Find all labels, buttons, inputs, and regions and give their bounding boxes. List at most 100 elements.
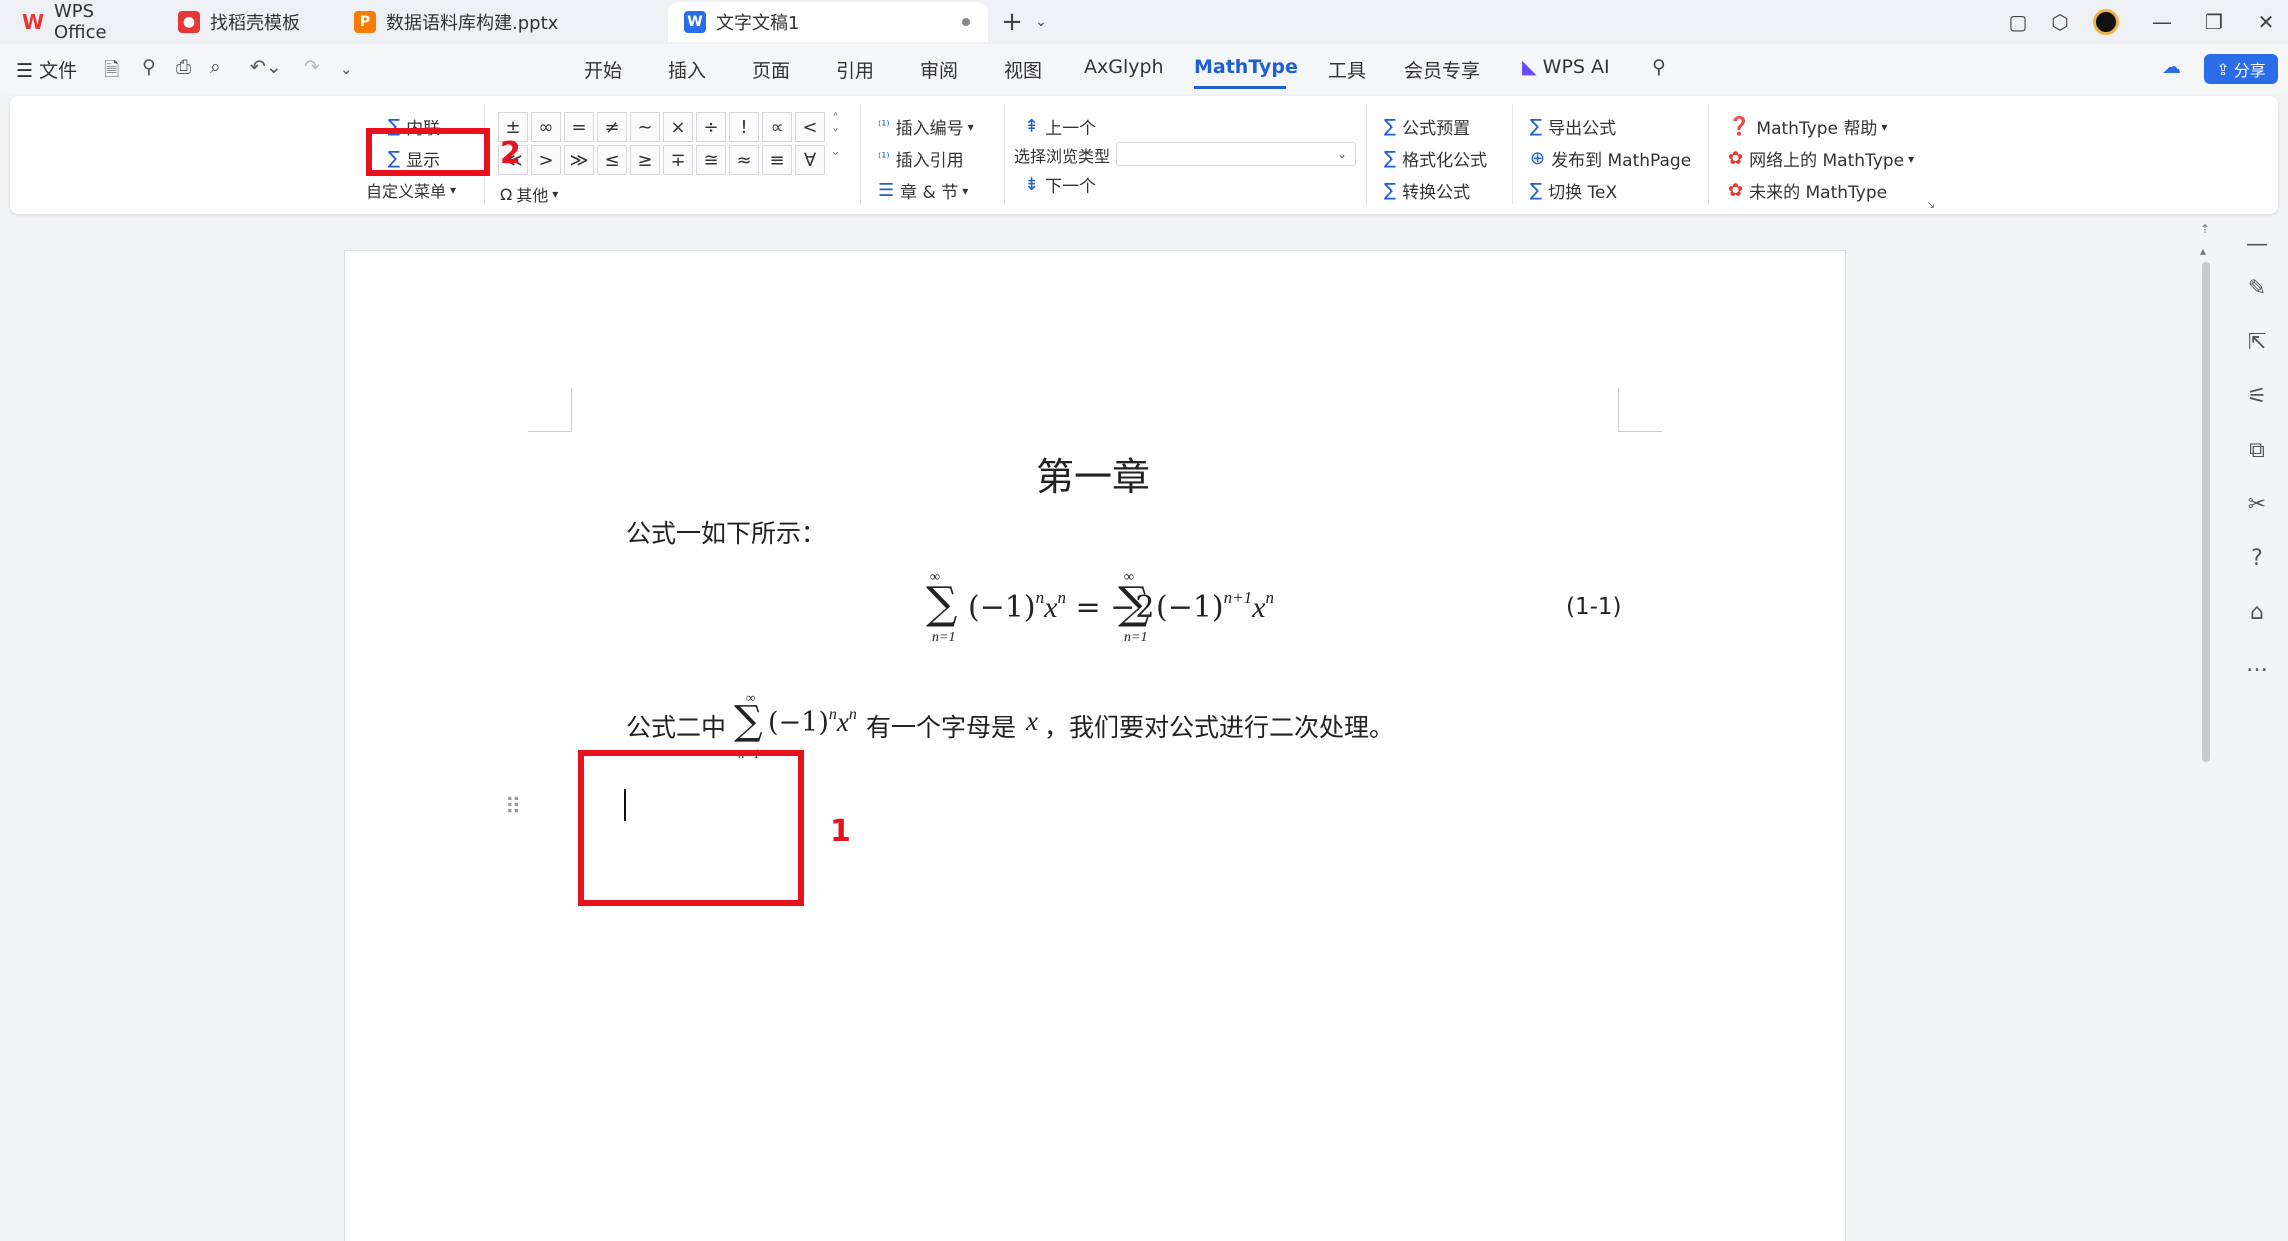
share-button[interactable]: ⇪ 分享 xyxy=(2204,54,2278,84)
formula-preset-button[interactable]: ∑ 公式预置 xyxy=(1384,114,1470,139)
browse-type-select[interactable]: ⌄ xyxy=(1116,142,1356,166)
menu-tools[interactable]: 工具 xyxy=(1328,56,1366,83)
tab-list-chevron-icon[interactable]: ⌄ xyxy=(1030,6,1052,38)
symbol-button[interactable]: ≅ xyxy=(696,145,726,175)
unsaved-dot-icon[interactable] xyxy=(962,18,970,26)
arrow-down-icon: ⇟ xyxy=(1024,174,1040,195)
convert-formula-button[interactable]: ∑ 转换公式 xyxy=(1384,178,1470,203)
mathtype-future-label: 未来的 MathType xyxy=(1749,183,1888,203)
tab-document-1[interactable]: W 文字文稿1 xyxy=(668,2,988,42)
mathtype-future-button[interactable]: ✿ 未来的 MathType xyxy=(1728,178,1887,203)
chevron-down-icon[interactable]: ˅ xyxy=(832,128,839,144)
print-icon[interactable]: ⎙ xyxy=(176,56,191,78)
help-circle-icon[interactable]: ? xyxy=(2244,546,2270,571)
reference-icon: ⁽¹⁾ xyxy=(878,151,890,166)
symbol-button[interactable]: × xyxy=(663,112,693,142)
cloud-upload-icon[interactable]: ☁ xyxy=(2162,56,2181,78)
symbol-scroll-arrows[interactable]: ˄ ˅ ⌄ xyxy=(830,112,841,160)
symbol-button[interactable]: ≈ xyxy=(729,145,759,175)
symbol-button[interactable]: ∞ xyxy=(531,112,561,142)
tab-pptx-file[interactable]: P 数据语料库构建.pptx xyxy=(338,2,660,42)
menu-home[interactable]: 开始 xyxy=(584,56,622,83)
custom-menu-dropdown[interactable]: 自定义菜单 ▾ xyxy=(366,178,456,202)
chapter-section-button[interactable]: ☰ 章 & 节 ▾ xyxy=(878,178,968,203)
wps-logo-icon: W xyxy=(21,10,45,34)
insert-number-button[interactable]: ⁽¹⁾ 插入编号 ▾ xyxy=(878,114,974,139)
browse-type-label: 选择浏览类型 xyxy=(1014,147,1111,166)
menu-wps-ai[interactable]: ◣ WPS AI xyxy=(1522,56,1610,78)
chevron-up-icon[interactable]: ˄ xyxy=(832,112,839,128)
other-symbols-dropdown[interactable]: Ω 其他 ▾ xyxy=(500,182,558,206)
symbol-button[interactable]: ~ xyxy=(630,112,660,142)
drag-handle-icon[interactable]: ⠿ xyxy=(505,795,521,820)
print-preview-icon[interactable]: ⌕ xyxy=(210,56,221,78)
publish-mathpage-button[interactable]: ⊕ 发布到 MathPage xyxy=(1530,146,1691,171)
scroll-up-icon[interactable]: ▴ xyxy=(2200,244,2206,258)
previous-button[interactable]: ⇞ 上一个 xyxy=(1024,114,1096,139)
ribbon-expand-icon[interactable]: ↘ xyxy=(1926,198,1935,211)
menu-mathtype[interactable]: MathType xyxy=(1194,56,1298,78)
file-menu[interactable]: ☰ 文件 xyxy=(16,56,77,83)
mathtype-help-button[interactable]: ❓ MathType 帮助 ▾ xyxy=(1728,114,1887,139)
redo-icon[interactable]: ↷ xyxy=(304,56,320,78)
quick-access-chevron-icon[interactable]: ⌄ xyxy=(340,60,353,78)
more-icon[interactable]: … xyxy=(2244,652,2270,677)
symbol-button[interactable]: ! xyxy=(729,112,759,142)
collapse-sidebar-icon[interactable]: — xyxy=(2244,232,2270,257)
symbol-button[interactable]: ∓ xyxy=(663,145,693,175)
new-tab-plus-icon[interactable]: + xyxy=(996,6,1028,38)
symbol-button[interactable]: > xyxy=(531,145,561,175)
menu-view[interactable]: 视图 xyxy=(1004,56,1042,83)
share-label: 分享 xyxy=(2233,61,2266,80)
symbol-button[interactable]: ≫ xyxy=(564,145,594,175)
menu-review[interactable]: 审阅 xyxy=(920,56,958,83)
symbol-button[interactable]: ≥ xyxy=(630,145,660,175)
search-icon[interactable]: ⚲ xyxy=(1652,56,1666,78)
next-button[interactable]: ⇟ 下一个 xyxy=(1024,172,1096,197)
vertical-scrollbar[interactable] xyxy=(2202,262,2210,762)
shirt-icon[interactable]: ⌂ xyxy=(2244,600,2270,625)
symbol-button[interactable]: ≡ xyxy=(762,145,792,175)
ribbon-separator xyxy=(1512,104,1513,204)
menu-member[interactable]: 会员专享 xyxy=(1404,56,1480,83)
mathtype-web-button[interactable]: ✿ 网络上的 MathType ▾ xyxy=(1728,146,1914,171)
adjust-sliders-icon[interactable]: ⚟ xyxy=(2244,384,2270,409)
symbol-button[interactable]: ≠ xyxy=(597,112,627,142)
menu-page[interactable]: 页面 xyxy=(752,56,790,83)
symbol-button[interactable]: < xyxy=(795,112,825,142)
format-formula-button[interactable]: ∑ 格式化公式 xyxy=(1384,146,1487,171)
menu-reference[interactable]: 引用 xyxy=(836,56,874,83)
ribbon-separator xyxy=(860,104,861,204)
menu-axglyph[interactable]: AxGlyph xyxy=(1084,56,1164,78)
tab-wps-office[interactable]: W WPS Office xyxy=(6,1,152,43)
page-margin-corner xyxy=(528,388,572,432)
minimize-icon[interactable]: — xyxy=(2146,6,2178,38)
scroll-top-icon[interactable]: ⇡ xyxy=(2200,222,2210,236)
tab-docer-template[interactable]: ● 找稻壳模板 xyxy=(162,2,330,42)
restore-icon[interactable]: ❐ xyxy=(2198,6,2230,38)
cube-icon[interactable]: ⬡ xyxy=(2044,6,2076,38)
symbol-button[interactable]: ∝ xyxy=(762,112,792,142)
expand-icon[interactable]: ⌄ xyxy=(830,144,841,160)
toggle-tex-button[interactable]: ∑ 切换 TeX xyxy=(1530,178,1617,203)
edit-frame-icon[interactable]: ⧉ xyxy=(2244,438,2270,463)
undo-icon[interactable]: ↶⌄ xyxy=(250,56,282,78)
symbol-button[interactable]: = xyxy=(564,112,594,142)
save-icon[interactable]: 🗎 xyxy=(104,56,119,88)
select-cursor-icon[interactable]: ⇱ xyxy=(2244,330,2270,355)
insert-reference-button[interactable]: ⁽¹⁾ 插入引用 xyxy=(878,146,964,171)
export-formula-button[interactable]: ∑ 导出公式 xyxy=(1530,114,1616,139)
format-formula-label: 格式化公式 xyxy=(1402,151,1488,171)
ribbon-separator xyxy=(1708,104,1709,204)
find-icon[interactable]: ⚲ xyxy=(142,56,156,78)
window-tile-icon[interactable]: ▢ xyxy=(2002,6,2034,38)
tools-icon[interactable]: ✂ xyxy=(2244,492,2270,517)
menu-insert[interactable]: 插入 xyxy=(668,56,706,83)
pen-icon[interactable]: ✎ xyxy=(2244,276,2270,301)
tex-icon: ∑ xyxy=(1530,180,1543,201)
close-icon[interactable]: ✕ xyxy=(2250,6,2282,38)
avatar[interactable] xyxy=(2090,6,2122,38)
symbol-button[interactable]: ÷ xyxy=(696,112,726,142)
symbol-button[interactable]: ≤ xyxy=(597,145,627,175)
symbol-button[interactable]: ∀ xyxy=(795,145,825,175)
